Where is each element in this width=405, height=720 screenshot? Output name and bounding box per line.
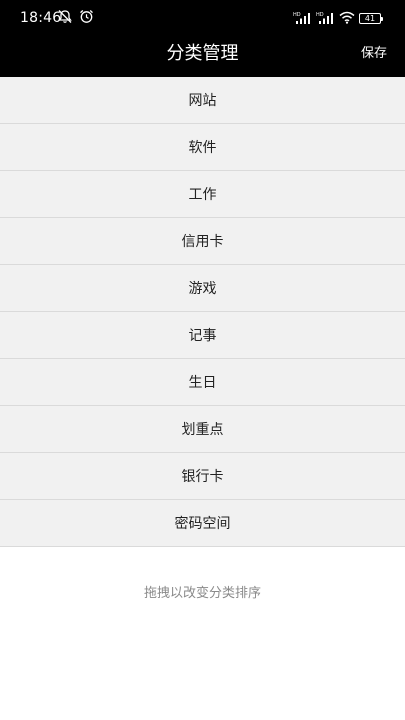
category-item-notes[interactable]: 记事 — [0, 312, 405, 359]
status-right-icons: HD HD 41 — [293, 9, 383, 28]
category-item-credit-card[interactable]: 信用卡 — [0, 218, 405, 265]
drag-sort-hint: 拖拽以改变分类排序 — [143, 586, 261, 601]
status-left-icons — [57, 9, 94, 28]
category-item-password-space[interactable]: 密码空间 — [0, 500, 405, 547]
category-item-birthday[interactable]: 生日 — [0, 359, 405, 406]
category-item-work[interactable]: 工作 — [0, 171, 405, 218]
category-item-software[interactable]: 软件 — [0, 124, 405, 171]
app-header: 分类管理 保存 — [0, 33, 405, 77]
category-item-bank-card[interactable]: 银行卡 — [0, 453, 405, 500]
category-item-highlights[interactable]: 划重点 — [0, 406, 405, 453]
category-item-games[interactable]: 游戏 — [0, 265, 405, 312]
save-button[interactable]: 保存 — [361, 45, 387, 63]
alarm-icon — [79, 9, 94, 28]
status-time: 18:46 — [20, 10, 62, 26]
category-list: 网站 软件 工作 信用卡 游戏 记事 生日 划重点 银行卡 密码空间 — [0, 77, 405, 547]
category-item-website[interactable]: 网站 — [0, 77, 405, 124]
battery-icon: 41 — [359, 12, 383, 24]
signal-hd-icon: HD — [316, 9, 335, 28]
notification-off-icon — [57, 9, 73, 28]
wifi-icon — [339, 9, 355, 28]
signal-hd-icon: HD — [293, 9, 312, 28]
category-management-screen: 18:46 HD HD 41 分类管理 保存 网站 软件 工作 信用卡 游戏 记… — [0, 0, 405, 720]
svg-text:HD: HD — [316, 12, 324, 18]
svg-text:HD: HD — [293, 12, 301, 18]
page-title: 分类管理 — [166, 43, 239, 64]
status-bar: 18:46 HD HD 41 — [0, 0, 405, 33]
